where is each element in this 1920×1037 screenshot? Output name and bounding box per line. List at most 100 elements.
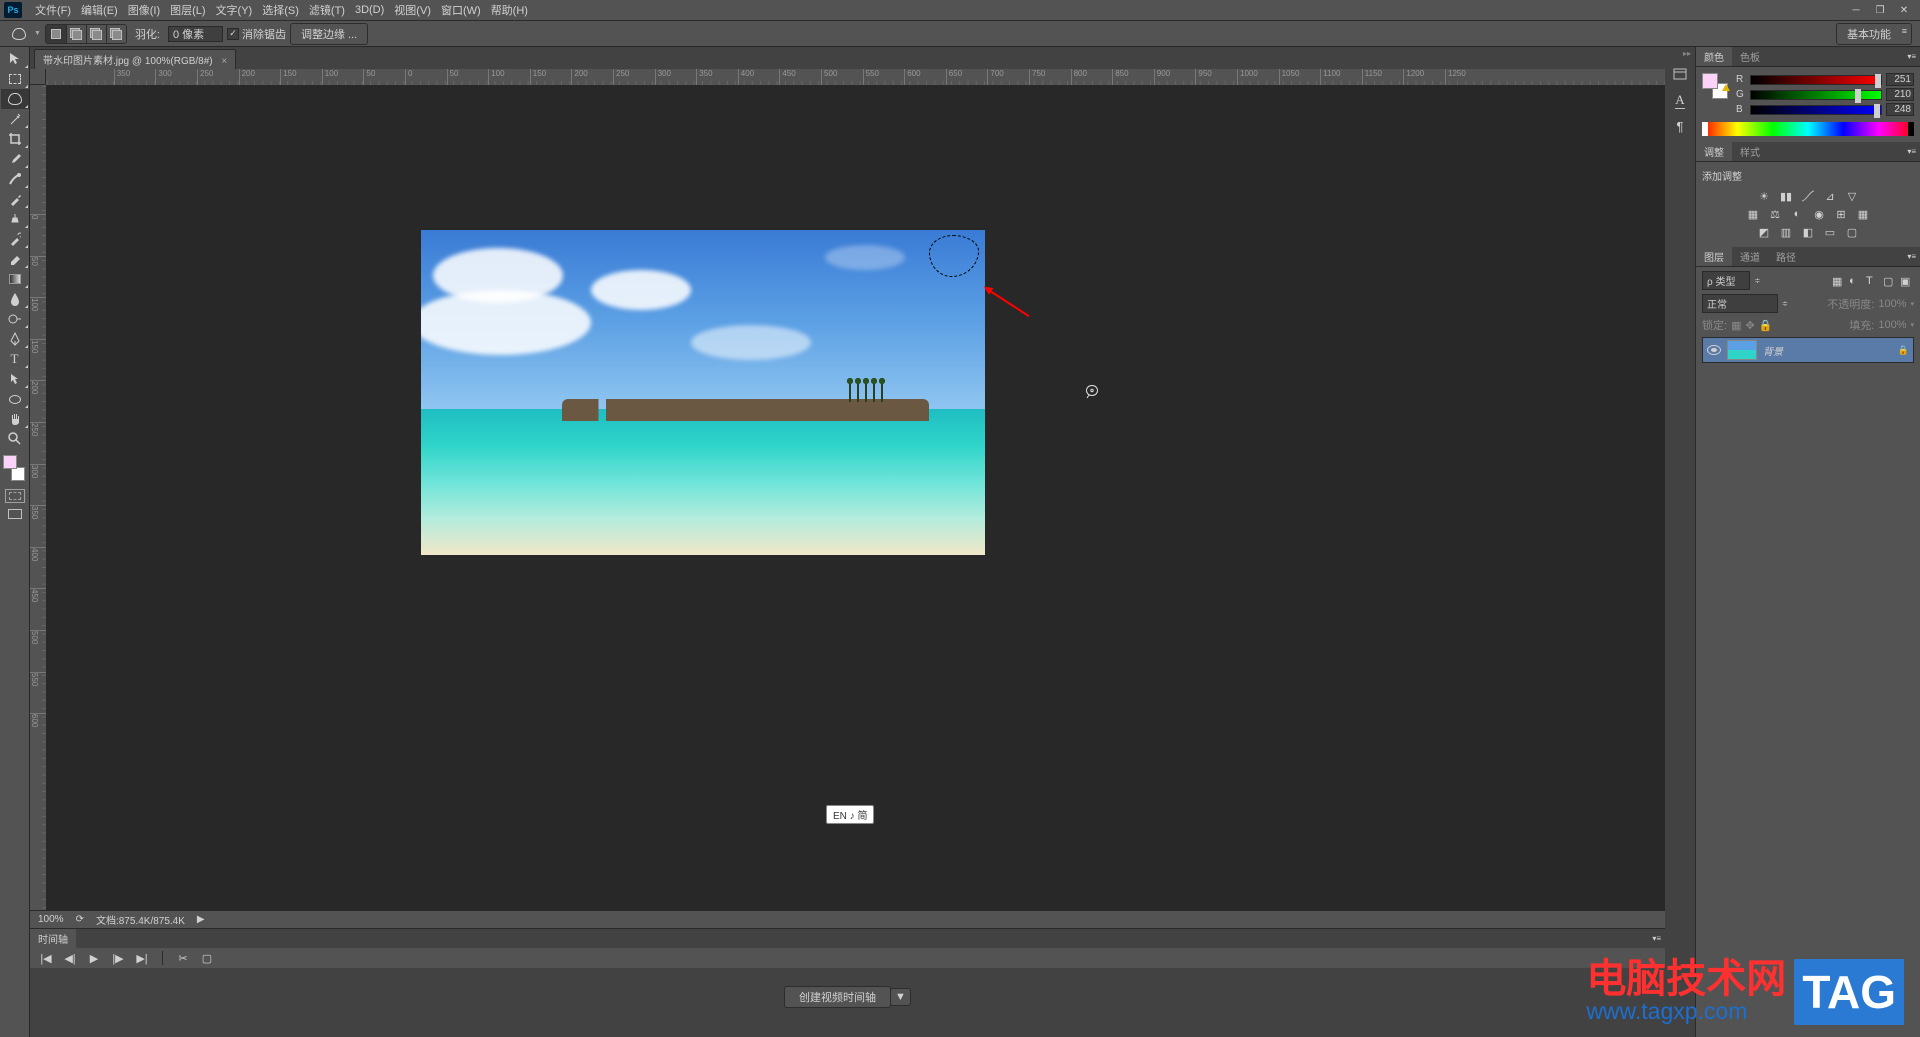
channels-panel-tab[interactable]: 通道 (1732, 247, 1768, 266)
shape-tool[interactable] (1, 389, 29, 409)
foreground-swatch[interactable] (3, 455, 17, 469)
timeline-panel-menu-icon[interactable]: ▾≡ (1648, 934, 1665, 943)
layer-name[interactable]: 背景 (1763, 343, 1783, 358)
current-tool-lasso-icon[interactable] (8, 23, 30, 45)
eyedropper-tool[interactable] (1, 149, 29, 169)
hand-tool[interactable] (1, 409, 29, 429)
canvas-viewport[interactable] (46, 85, 1665, 910)
layer-thumbnail[interactable] (1727, 340, 1757, 360)
timeline-first-frame-icon[interactable]: |◀ (38, 951, 54, 965)
colorlookup-adjust-icon[interactable]: ▦ (1855, 207, 1871, 221)
opacity-value[interactable]: 100% (1878, 298, 1906, 310)
paths-panel-tab[interactable]: 路径 (1768, 247, 1804, 266)
fill-value[interactable]: 100% (1878, 319, 1906, 331)
vertical-ruler[interactable]: 050100150200250300350400450500550600 (30, 85, 46, 910)
close-document-icon[interactable]: × (221, 56, 227, 67)
create-timeline-dropdown[interactable]: ▼ (890, 988, 911, 1006)
type-tool[interactable]: T (1, 349, 29, 369)
history-panel-icon[interactable] (1666, 62, 1694, 86)
swatches-panel-tab[interactable]: 色板 (1732, 47, 1768, 66)
lock-position-icon[interactable]: ✥ (1745, 319, 1754, 332)
dropdown-arrow-icon[interactable]: ▼ (34, 30, 41, 37)
color-panel-menu-icon[interactable]: ▾≡ (1903, 52, 1920, 61)
gradientmap-adjust-icon[interactable]: ▭ (1822, 225, 1838, 239)
magic-wand-tool[interactable] (1, 109, 29, 129)
path-selection-tool[interactable] (1, 369, 29, 389)
timeline-transition-icon[interactable]: ▢ (199, 951, 215, 965)
screen-mode-button[interactable] (3, 509, 27, 519)
ime-indicator[interactable]: EN ♪ 简 (826, 805, 874, 824)
curves-adjust-icon[interactable] (1800, 189, 1816, 203)
vibrance-adjust-icon[interactable]: ▽ (1844, 189, 1860, 203)
refine-edge-button[interactable]: 调整边缘 ... (290, 23, 368, 45)
lasso-tool[interactable] (1, 89, 29, 109)
expand-dock-icon[interactable]: ▸▸ (1665, 47, 1695, 60)
pen-tool[interactable] (1, 329, 29, 349)
layer-visibility-icon[interactable] (1707, 345, 1721, 355)
menu-file[interactable]: 文件(F) (30, 0, 76, 20)
menu-select[interactable]: 选择(S) (257, 0, 304, 20)
selectivecolor-adjust-icon[interactable]: ▢ (1844, 225, 1860, 239)
hue-adjust-icon[interactable]: ▦ (1745, 207, 1761, 221)
r-value[interactable]: 251 (1886, 73, 1914, 86)
invert-adjust-icon[interactable]: ◩ (1756, 225, 1772, 239)
selection-intersect-button[interactable] (106, 25, 126, 43)
crop-tool[interactable] (1, 129, 29, 149)
channelmixer-adjust-icon[interactable]: ⊞ (1833, 207, 1849, 221)
sync-icon[interactable]: ⟳ (76, 914, 84, 925)
threshold-adjust-icon[interactable]: ◧ (1800, 225, 1816, 239)
clone-stamp-tool[interactable] (1, 209, 29, 229)
menu-view[interactable]: 视图(V) (389, 0, 436, 20)
gradient-tool[interactable] (1, 269, 29, 289)
antialias-checkbox[interactable]: ✓ (227, 28, 239, 40)
menu-type[interactable]: 文字(Y) (211, 0, 258, 20)
layers-panel-menu-icon[interactable]: ▾≡ (1903, 252, 1920, 261)
menu-window[interactable]: 窗口(W) (436, 0, 486, 20)
feather-input[interactable] (168, 26, 223, 42)
create-timeline-button[interactable]: 创建视频时间轴 (784, 986, 891, 1008)
timeline-next-frame-icon[interactable]: |▶ (110, 951, 126, 965)
layers-panel-tab[interactable]: 图层 (1696, 247, 1732, 266)
menu-layer[interactable]: 图层(L) (165, 0, 210, 20)
timeline-tab[interactable]: 时间轴 (30, 929, 76, 948)
timeline-last-frame-icon[interactable]: ▶| (134, 951, 150, 965)
minimize-button[interactable]: ─ (1844, 0, 1868, 20)
history-brush-tool[interactable] (1, 229, 29, 249)
colorbalance-adjust-icon[interactable]: ⚖ (1767, 207, 1783, 221)
posterize-adjust-icon[interactable]: ▥ (1778, 225, 1794, 239)
lock-pixels-icon[interactable]: ▦ (1731, 319, 1741, 332)
document-tab[interactable]: 带水印图片素材.jpg @ 100%(RGB/8#) × (34, 49, 236, 69)
background-swatch[interactable] (11, 467, 25, 481)
layer-lock-icon[interactable]: 🔒 (1898, 345, 1909, 356)
g-value[interactable]: 210 (1886, 88, 1914, 101)
timeline-prev-frame-icon[interactable]: ◀| (62, 951, 78, 965)
timeline-cut-icon[interactable]: ✂ (175, 951, 191, 965)
styles-panel-tab[interactable]: 样式 (1732, 142, 1768, 161)
eraser-tool[interactable] (1, 249, 29, 269)
menu-edit[interactable]: 编辑(E) (76, 0, 123, 20)
selection-subtract-button[interactable] (86, 25, 106, 43)
blur-tool[interactable] (1, 289, 29, 309)
photofilter-adjust-icon[interactable]: ◉ (1811, 207, 1827, 221)
move-tool[interactable] (1, 49, 29, 69)
close-button[interactable]: ✕ (1892, 0, 1916, 20)
healing-brush-tool[interactable] (1, 169, 29, 189)
layer-row[interactable]: 背景 🔒 (1703, 338, 1913, 362)
zoom-tool[interactable] (1, 429, 29, 449)
marquee-tool[interactable] (1, 69, 29, 89)
selection-add-button[interactable] (66, 25, 86, 43)
status-flyout-icon[interactable]: ▶ (197, 914, 205, 925)
adjustments-panel-tab[interactable]: 调整 (1696, 142, 1732, 161)
r-slider[interactable] (1750, 75, 1882, 85)
layer-filter-kind[interactable]: ρ 类型 (1702, 271, 1750, 290)
exposure-adjust-icon[interactable]: ⊿ (1822, 189, 1838, 203)
menu-image[interactable]: 图像(I) (123, 0, 165, 20)
bw-adjust-icon[interactable]: ◐ (1789, 207, 1805, 221)
doc-size[interactable]: 文档:875.4K/875.4K (96, 912, 185, 927)
brightness-adjust-icon[interactable]: ☀ (1756, 189, 1772, 203)
blend-mode-select[interactable]: 正常 (1702, 294, 1778, 313)
b-value[interactable]: 248 (1886, 103, 1914, 116)
color-spectrum[interactable] (1702, 122, 1914, 136)
levels-adjust-icon[interactable]: ▮▮ (1778, 189, 1794, 203)
lock-all-icon[interactable]: 🔒 (1759, 319, 1773, 332)
